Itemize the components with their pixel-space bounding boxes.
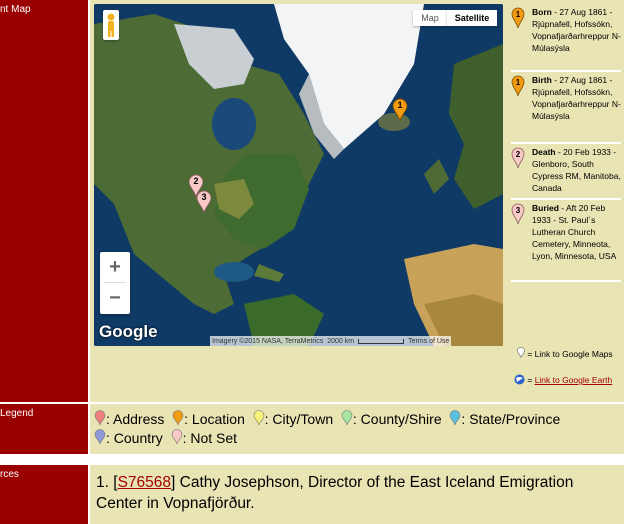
map-pin-3[interactable]: 3	[196, 190, 212, 219]
map-terrain	[94, 4, 503, 346]
pin-number: 3	[201, 192, 207, 202]
pin-number: 2	[193, 176, 199, 186]
pin-number: 1	[397, 100, 403, 110]
blue-pin-icon	[450, 410, 461, 426]
source-link[interactable]: S76568	[118, 474, 171, 491]
pink-pin-icon: 3	[511, 203, 525, 225]
pin-number: 1	[516, 78, 521, 87]
yellow-pin-icon	[253, 410, 264, 426]
map-type-satellite-button[interactable]: Satellite	[447, 10, 497, 26]
zoom-out-button[interactable]: −	[100, 283, 130, 313]
map-pin-1[interactable]: 1	[392, 98, 408, 127]
scale-bar	[358, 338, 405, 344]
google-logo[interactable]: Google	[99, 322, 158, 342]
legend-item-country: : Country	[94, 429, 163, 446]
legend-item-location: : Location	[172, 410, 245, 427]
terms-link[interactable]: Terms of Use	[408, 338, 449, 345]
legend: : Address : Location : City/Town : Count…	[94, 410, 620, 448]
pegman-icon	[107, 13, 115, 37]
event-kind: Buried	[532, 203, 559, 213]
legend-item-state: State/Province	[469, 411, 561, 427]
street-view-pegman[interactable]	[103, 10, 119, 40]
legend-item-city: : City/Town	[253, 410, 333, 427]
zoom-control: + −	[100, 252, 130, 314]
source-number: 1.	[96, 474, 109, 491]
google-earth-link[interactable]: Link to Google Earth	[535, 375, 613, 385]
orange-pin-icon: 1	[511, 7, 525, 29]
event-list: 1 Born - 27 Aug 1861 - Rjúpnafell, Hofss…	[511, 4, 621, 282]
orange-pin-icon: 1	[511, 75, 525, 97]
green-pin-icon	[341, 410, 353, 426]
legend-item-address: : Address	[94, 410, 164, 427]
pink-pin-icon	[171, 429, 182, 445]
pin-number: 3	[516, 206, 521, 215]
legend-label: Legend	[0, 404, 88, 454]
purple-pin-icon	[94, 429, 106, 445]
legend-item-county: : County/Shire	[341, 410, 442, 427]
zoom-in-button[interactable]: +	[100, 252, 130, 282]
event-item[interactable]: 1 Born - 27 Aug 1861 - Rjúpnafell, Hofss…	[511, 4, 621, 72]
event-item[interactable]: 2 Death - 20 Feb 1933 - Glenboro, South …	[511, 144, 621, 200]
pin-number: 2	[516, 150, 521, 159]
event-date: - 27 Aug 1861	[551, 7, 608, 17]
legend-item-state-pin: :	[449, 410, 465, 427]
legend-item-not-set: : Not Set	[171, 429, 237, 446]
map-type-map-button[interactable]: Map	[413, 10, 447, 26]
event-kind: Birth	[532, 75, 552, 85]
event-date: - 27 Aug 1861	[551, 75, 608, 85]
scale-label: 2000 km	[327, 337, 355, 345]
event-map-label: nt Map	[0, 0, 88, 402]
event-date: - 20 Feb 1933	[555, 147, 611, 157]
google-maps-link-note: = Link to Google Maps	[517, 347, 617, 360]
pink-pin-icon: 2	[511, 147, 525, 169]
event-item[interactable]: 3 Buried - Aft 20 Feb 1933 - St. Paul´s …	[511, 200, 621, 282]
pin-number: 1	[516, 10, 521, 19]
imagery-credit: Imagery ©2015 NASA, TerraMetrics	[212, 337, 324, 345]
event-kind: Death	[532, 147, 556, 157]
sources-label: rces	[0, 465, 88, 524]
red-pin-icon	[94, 410, 106, 426]
satellite-map[interactable]: Map Satellite 1 2 3 + − Google Imagery ©…	[94, 4, 503, 346]
map-attribution: Imagery ©2015 NASA, TerraMetrics 2000 km…	[210, 336, 452, 346]
source-item: 1. [S76568] Cathy Josephson, Director of…	[96, 474, 574, 512]
orange-pin-icon	[172, 410, 184, 426]
white-pin-icon	[517, 347, 525, 358]
google-earth-link-note: = Link to Google Earth	[514, 374, 618, 386]
event-item[interactable]: 1 Birth - 27 Aug 1861 - Rjúpnafell, Hofs…	[511, 72, 621, 144]
event-kind: Born	[532, 7, 552, 17]
globe-icon	[514, 374, 525, 385]
